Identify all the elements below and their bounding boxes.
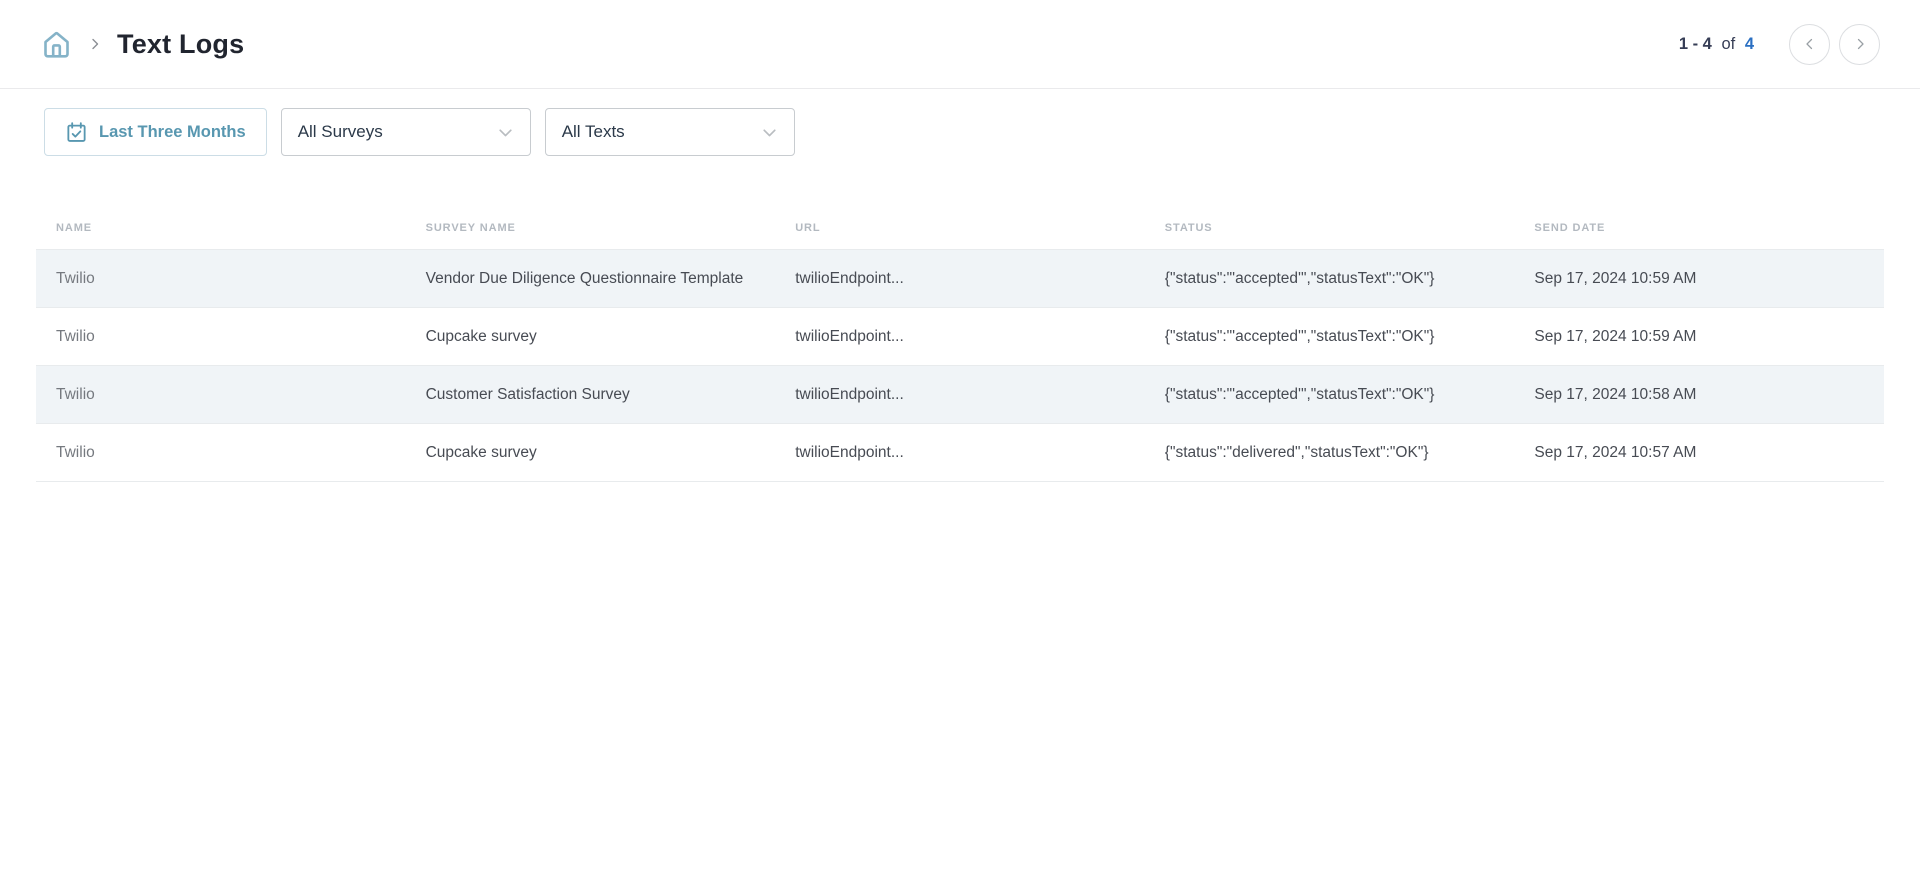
survey-filter-dropdown[interactable]: All Surveys: [281, 108, 531, 156]
chevron-right-icon: [1851, 35, 1869, 53]
cell-survey-name: Cupcake survey: [406, 424, 776, 482]
text-logs-table: NAME SURVEY NAME URL STATUS SEND DATE Tw…: [36, 204, 1884, 482]
cell-url: twilioEndpoint...: [775, 250, 1145, 308]
chevron-left-icon: [1801, 35, 1819, 53]
cell-url: twilioEndpoint...: [775, 424, 1145, 482]
column-header-send-date: SEND DATE: [1514, 204, 1884, 250]
table-body: Twilio Vendor Due Diligence Questionnair…: [36, 250, 1884, 482]
chevron-down-icon: [495, 122, 516, 143]
column-header-url: URL: [775, 204, 1145, 250]
calendar-check-icon: [65, 121, 88, 144]
column-header-survey-name: SURVEY NAME: [406, 204, 776, 250]
pagination-of-label: of: [1721, 35, 1735, 53]
pagination-text: 1 - 4 of 4: [1679, 35, 1754, 54]
previous-page-button[interactable]: [1789, 24, 1830, 65]
cell-status: {"status":"delivered","statusText":"OK"}: [1145, 424, 1515, 482]
cell-send-date: Sep 17, 2024 10:59 AM: [1514, 308, 1884, 366]
breadcrumb: Text Logs: [40, 28, 244, 61]
cell-url: twilioEndpoint...: [775, 366, 1145, 424]
column-header-status: STATUS: [1145, 204, 1515, 250]
cell-send-date: Sep 17, 2024 10:57 AM: [1514, 424, 1884, 482]
filter-bar: Last Three Months All Surveys All Texts: [0, 108, 1920, 156]
pagination-total-link[interactable]: 4: [1745, 35, 1754, 53]
cell-survey-name: Cupcake survey: [406, 308, 776, 366]
pagination: 1 - 4 of 4: [1679, 24, 1880, 65]
date-range-filter-button[interactable]: Last Three Months: [44, 108, 267, 156]
cell-status: {"status":"'accepted'","statusText":"OK"…: [1145, 308, 1515, 366]
text-filter-dropdown[interactable]: All Texts: [545, 108, 795, 156]
top-header-bar: Text Logs 1 - 4 of 4: [0, 0, 1920, 89]
table-row[interactable]: Twilio Vendor Due Diligence Questionnair…: [36, 250, 1884, 308]
pagination-range: 1 - 4: [1679, 35, 1712, 53]
column-header-name: NAME: [36, 204, 406, 250]
cell-send-date: Sep 17, 2024 10:58 AM: [1514, 366, 1884, 424]
cell-status: {"status":"'accepted'","statusText":"OK"…: [1145, 366, 1515, 424]
page-title: Text Logs: [117, 29, 244, 60]
cell-send-date: Sep 17, 2024 10:59 AM: [1514, 250, 1884, 308]
cell-survey-name: Customer Satisfaction Survey: [406, 366, 776, 424]
breadcrumb-chevron-icon: [87, 36, 103, 52]
home-icon: [40, 28, 73, 61]
cell-survey-name: Vendor Due Diligence Questionnaire Templ…: [406, 250, 776, 308]
chevron-down-icon: [759, 122, 780, 143]
table-row[interactable]: Twilio Cupcake survey twilioEndpoint... …: [36, 424, 1884, 482]
date-range-filter-label: Last Three Months: [99, 123, 246, 142]
table-header-row: NAME SURVEY NAME URL STATUS SEND DATE: [36, 204, 1884, 250]
survey-filter-value: All Surveys: [298, 122, 383, 142]
table-row[interactable]: Twilio Customer Satisfaction Survey twil…: [36, 366, 1884, 424]
text-filter-value: All Texts: [562, 122, 625, 142]
cell-url: twilioEndpoint...: [775, 308, 1145, 366]
cell-name: Twilio: [36, 308, 406, 366]
table-row[interactable]: Twilio Cupcake survey twilioEndpoint... …: [36, 308, 1884, 366]
cell-name: Twilio: [36, 366, 406, 424]
next-page-button[interactable]: [1839, 24, 1880, 65]
home-button[interactable]: [40, 28, 73, 61]
cell-name: Twilio: [36, 250, 406, 308]
cell-status: {"status":"'accepted'","statusText":"OK"…: [1145, 250, 1515, 308]
cell-name: Twilio: [36, 424, 406, 482]
